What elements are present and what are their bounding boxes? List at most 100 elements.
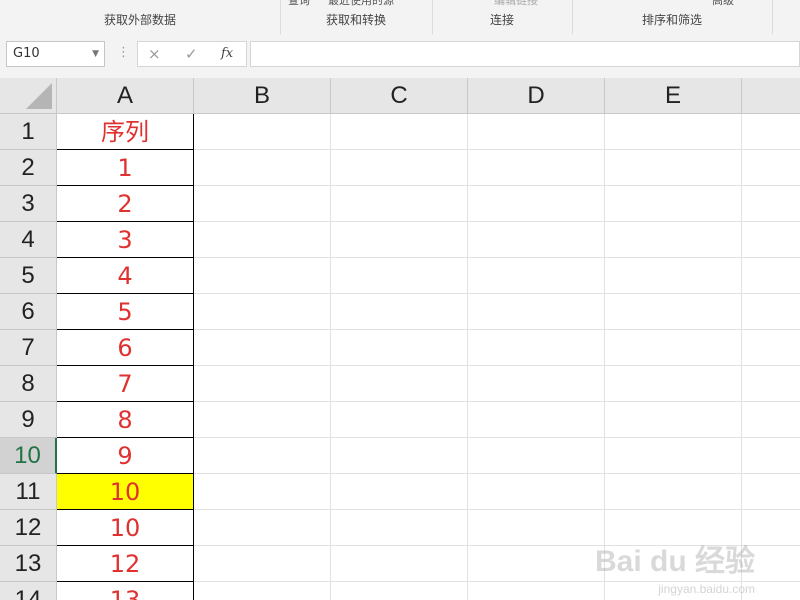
row-header-12[interactable]: 12 (0, 510, 57, 546)
cell-e5[interactable] (605, 258, 742, 294)
row-header-4[interactable]: 4 (0, 222, 57, 258)
cell-d11[interactable] (468, 474, 605, 510)
cell-e1[interactable] (605, 114, 742, 150)
cell-next7[interactable] (742, 330, 800, 366)
cell-next8[interactable] (742, 366, 800, 402)
select-all-corner[interactable] (0, 78, 57, 114)
row-header-14[interactable]: 14 (0, 582, 57, 600)
cell-a5[interactable]: 4 (57, 258, 194, 294)
cell-d5[interactable] (468, 258, 605, 294)
cell-b6[interactable] (194, 294, 331, 330)
insert-function-icon[interactable]: fx (221, 42, 233, 66)
row-header-7[interactable]: 7 (0, 330, 57, 366)
cell-e9[interactable] (605, 402, 742, 438)
ribbon-button-advanced[interactable]: 高级 (712, 0, 734, 8)
cell-d8[interactable] (468, 366, 605, 402)
cell-a13[interactable]: 12 (57, 546, 194, 582)
enter-icon[interactable]: ✓ (185, 42, 198, 66)
cell-d4[interactable] (468, 222, 605, 258)
cell-d6[interactable] (468, 294, 605, 330)
cell-d13[interactable] (468, 546, 605, 582)
row-header-6[interactable]: 6 (0, 294, 57, 330)
cell-e10[interactable] (605, 438, 742, 474)
cell-next9[interactable] (742, 402, 800, 438)
cell-b7[interactable] (194, 330, 331, 366)
column-header-e[interactable]: E (605, 78, 742, 114)
cell-d3[interactable] (468, 186, 605, 222)
cell-c4[interactable] (331, 222, 468, 258)
cell-b12[interactable] (194, 510, 331, 546)
cell-c13[interactable] (331, 546, 468, 582)
cell-c12[interactable] (331, 510, 468, 546)
row-header-1[interactable]: 1 (0, 114, 57, 150)
cell-next3[interactable] (742, 186, 800, 222)
column-header-c[interactable]: C (331, 78, 468, 114)
cell-e11[interactable] (605, 474, 742, 510)
cell-a2[interactable]: 1 (57, 150, 194, 186)
cell-d1[interactable] (468, 114, 605, 150)
cell-d14[interactable] (468, 582, 605, 600)
cell-next2[interactable] (742, 150, 800, 186)
cell-a9[interactable]: 8 (57, 402, 194, 438)
row-header-5[interactable]: 5 (0, 258, 57, 294)
cell-a10[interactable]: 9 (57, 438, 194, 474)
cell-c10[interactable] (331, 438, 468, 474)
cell-next10[interactable] (742, 438, 800, 474)
cell-c11[interactable] (331, 474, 468, 510)
row-header-8[interactable]: 8 (0, 366, 57, 402)
cell-e3[interactable] (605, 186, 742, 222)
cell-a11[interactable]: 10 (57, 474, 194, 510)
cell-a1[interactable]: 序列 (57, 114, 194, 150)
cell-e7[interactable] (605, 330, 742, 366)
cell-b11[interactable] (194, 474, 331, 510)
cell-b14[interactable] (194, 582, 331, 600)
cell-d12[interactable] (468, 510, 605, 546)
column-header-d[interactable]: D (468, 78, 605, 114)
cell-b8[interactable] (194, 366, 331, 402)
cell-a3[interactable]: 2 (57, 186, 194, 222)
row-header-13[interactable]: 13 (0, 546, 57, 582)
cell-next6[interactable] (742, 294, 800, 330)
cell-a4[interactable]: 3 (57, 222, 194, 258)
column-header-next[interactable] (742, 78, 800, 114)
cell-b13[interactable] (194, 546, 331, 582)
row-header-3[interactable]: 3 (0, 186, 57, 222)
cell-c1[interactable] (331, 114, 468, 150)
cell-b4[interactable] (194, 222, 331, 258)
row-header-9[interactable]: 9 (0, 402, 57, 438)
cell-c7[interactable] (331, 330, 468, 366)
cell-next11[interactable] (742, 474, 800, 510)
cell-b5[interactable] (194, 258, 331, 294)
cell-c5[interactable] (331, 258, 468, 294)
cell-c9[interactable] (331, 402, 468, 438)
cell-e8[interactable] (605, 366, 742, 402)
cell-b9[interactable] (194, 402, 331, 438)
cell-next5[interactable] (742, 258, 800, 294)
row-header-10[interactable]: 10 (0, 438, 57, 474)
cancel-icon[interactable]: × (148, 42, 161, 66)
column-header-b[interactable]: B (194, 78, 331, 114)
cell-b1[interactable] (194, 114, 331, 150)
cell-a14[interactable]: 13 (57, 582, 194, 600)
cell-d10[interactable] (468, 438, 605, 474)
name-box[interactable]: G10 ▼ (6, 41, 105, 67)
cell-a6[interactable]: 5 (57, 294, 194, 330)
chevron-down-icon[interactable]: ▼ (92, 42, 99, 66)
cell-d2[interactable] (468, 150, 605, 186)
cell-a12[interactable]: 10 (57, 510, 194, 546)
cell-e4[interactable] (605, 222, 742, 258)
ribbon-button-recent-sources[interactable]: 最近使用的源 (328, 0, 394, 8)
ribbon-button-edit-links[interactable]: 编辑链接 (494, 0, 538, 8)
cell-a8[interactable]: 7 (57, 366, 194, 402)
cell-c2[interactable] (331, 150, 468, 186)
cell-e6[interactable] (605, 294, 742, 330)
ribbon-button-query[interactable]: 查询 (288, 0, 310, 8)
cell-c8[interactable] (331, 366, 468, 402)
cell-b3[interactable] (194, 186, 331, 222)
cell-a7[interactable]: 6 (57, 330, 194, 366)
cell-next4[interactable] (742, 222, 800, 258)
cell-next1[interactable] (742, 114, 800, 150)
cell-c6[interactable] (331, 294, 468, 330)
column-header-a[interactable]: A (57, 78, 194, 114)
cell-d9[interactable] (468, 402, 605, 438)
